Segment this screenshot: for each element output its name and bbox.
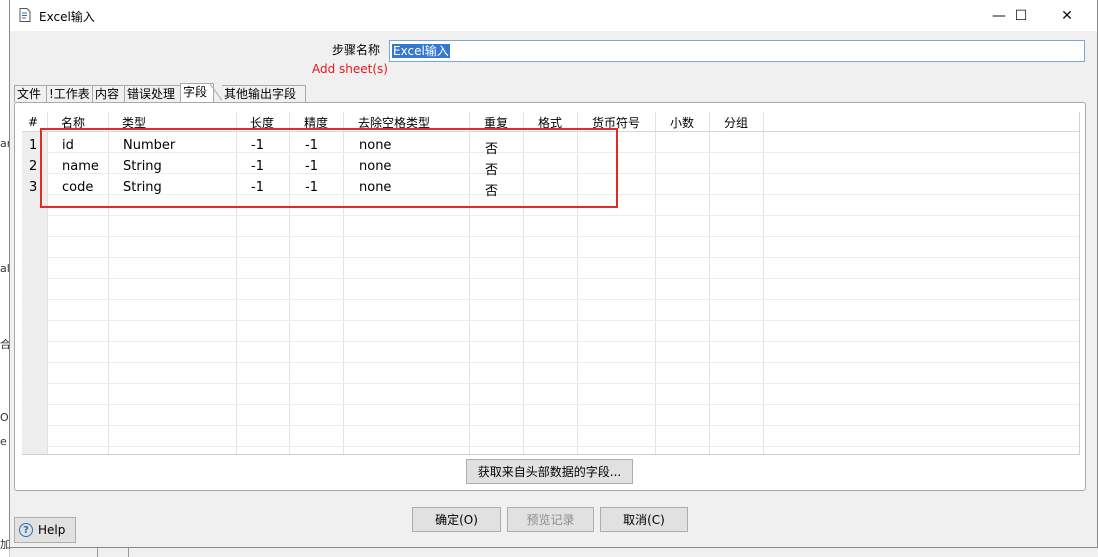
- maximize-button[interactable]: ☐: [998, 0, 1044, 31]
- step-name-label: 步骤名称: [332, 43, 381, 57]
- row-divider: [22, 404, 1079, 405]
- step-name-value: Excel输入: [392, 44, 450, 58]
- tab-fields[interactable]: 字段: [180, 83, 214, 103]
- background-fragment: O: [0, 411, 9, 424]
- document-icon: [19, 8, 31, 22]
- row-divider: [22, 362, 1079, 363]
- row-divider: [22, 383, 1079, 384]
- table-row-number: 1: [29, 138, 38, 153]
- row-divider: [22, 446, 1079, 447]
- row-divider: [22, 425, 1079, 426]
- row-divider: [22, 215, 1079, 216]
- window-title: Excel输入: [39, 10, 95, 24]
- column-header-decimal[interactable]: 小数: [670, 114, 694, 131]
- row-divider: [22, 299, 1079, 300]
- help-button[interactable]: ? Help: [14, 517, 76, 543]
- tab-error-handling[interactable]: 错误处理: [124, 85, 181, 102]
- get-fields-from-header-button[interactable]: 获取来自头部数据的字段...: [466, 459, 633, 484]
- background-fragment: e: [0, 435, 7, 448]
- tab-sheets[interactable]: !工作表: [46, 85, 93, 102]
- help-label: Help: [38, 523, 66, 537]
- maximize-icon: ☐: [1014, 7, 1028, 24]
- column-divider: [763, 112, 764, 454]
- tab-file[interactable]: 文件: [14, 85, 47, 102]
- row-divider: [22, 257, 1079, 258]
- cancel-button[interactable]: 取消(C): [600, 507, 688, 532]
- column-header-index[interactable]: #: [28, 115, 38, 129]
- table-row-number: 3: [29, 180, 38, 195]
- close-icon: ✕: [1061, 7, 1073, 24]
- title-bar[interactable]: Excel输入 — ☐ ✕: [10, 0, 1097, 31]
- column-divider: [655, 112, 656, 454]
- tab-content[interactable]: 内容: [92, 85, 125, 102]
- step-name-input[interactable]: Excel输入: [389, 40, 1085, 62]
- row-divider: [22, 236, 1079, 237]
- help-icon: ?: [19, 523, 33, 537]
- table-row-number: 2: [29, 159, 38, 174]
- annotation-highlight-box: [40, 128, 618, 208]
- add-sheet-warning: Add sheet(s): [312, 62, 388, 76]
- tab-other-output-fields[interactable]: 其他输出字段: [222, 85, 306, 102]
- ok-button[interactable]: 确定(O): [412, 507, 501, 532]
- row-divider: [22, 341, 1079, 342]
- close-button[interactable]: ✕: [1044, 0, 1090, 31]
- column-divider: [709, 112, 710, 454]
- row-divider: [22, 278, 1079, 279]
- excel-input-dialog: Excel输入 — ☐ ✕ 步骤名称 Excel输入 Add sheet(s) …: [9, 0, 1098, 548]
- preview-records-button[interactable]: 预览记录: [507, 507, 594, 532]
- column-header-grouping[interactable]: 分组: [724, 114, 748, 131]
- row-divider: [22, 320, 1079, 321]
